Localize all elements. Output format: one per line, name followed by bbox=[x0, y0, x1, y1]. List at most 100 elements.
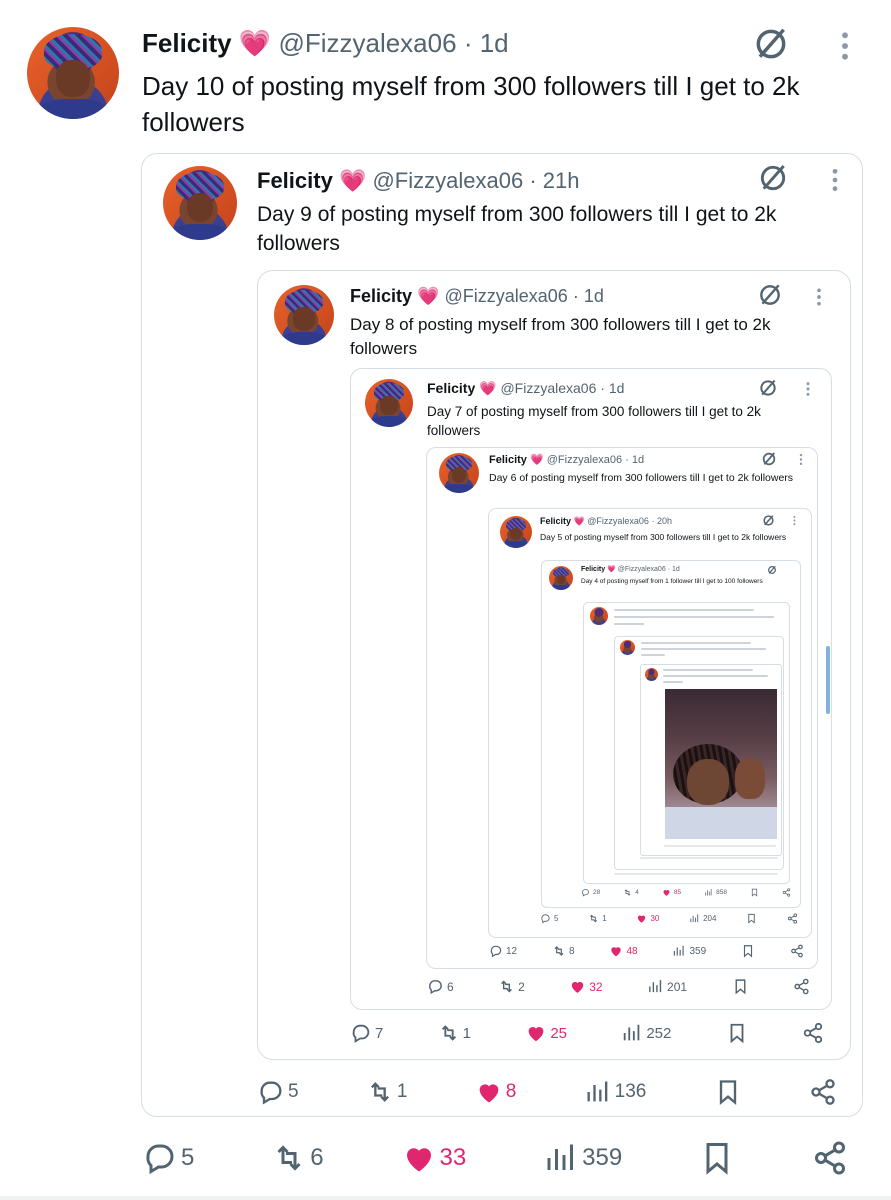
reply-button[interactable]: 5 bbox=[257, 1078, 299, 1106]
timestamp[interactable]: · 1d bbox=[573, 286, 604, 306]
bookmark-button[interactable] bbox=[746, 913, 757, 924]
reply-button[interactable]: 5 bbox=[540, 913, 558, 924]
avatar[interactable] bbox=[27, 27, 119, 119]
avatar[interactable] bbox=[163, 166, 237, 240]
grok-icon[interactable] bbox=[767, 565, 777, 575]
bookmark-button[interactable] bbox=[750, 888, 759, 897]
views-icon bbox=[704, 888, 713, 897]
post-text: Day 9 of posting myself from 300 followe… bbox=[257, 203, 777, 255]
grok-icon[interactable] bbox=[752, 25, 790, 63]
handle[interactable]: @Fizzyalexa06 bbox=[372, 168, 523, 193]
post-header: Felicity 💗 @Fizzyalexa06 · 1d bbox=[427, 380, 624, 397]
views-button[interactable]: 359 bbox=[543, 1140, 622, 1176]
bookmark-button[interactable] bbox=[741, 944, 755, 958]
handle[interactable]: @Fizzyalexa06 bbox=[278, 28, 456, 58]
views-button[interactable]: 359 bbox=[672, 944, 706, 958]
more-icon[interactable] bbox=[792, 515, 797, 526]
bookmark-button[interactable] bbox=[714, 1078, 742, 1106]
repost-button[interactable]: 4 bbox=[623, 888, 639, 897]
bookmark-button[interactable] bbox=[699, 1140, 735, 1176]
more-icon[interactable] bbox=[814, 287, 824, 307]
reply-button[interactable]: 7 bbox=[350, 1022, 383, 1044]
scrollbar[interactable] bbox=[826, 646, 830, 714]
repost-button[interactable]: 1 bbox=[438, 1022, 471, 1044]
more-icon[interactable] bbox=[829, 167, 841, 193]
display-name[interactable]: Felicity bbox=[489, 454, 527, 466]
display-name[interactable]: Felicity bbox=[581, 566, 605, 573]
timestamp[interactable]: · 1d bbox=[625, 454, 644, 466]
share-button[interactable] bbox=[787, 913, 798, 924]
more-icon[interactable] bbox=[838, 30, 852, 62]
display-name[interactable]: Felicity bbox=[427, 380, 475, 396]
heart-icon bbox=[609, 944, 623, 958]
avatar[interactable] bbox=[549, 566, 573, 590]
views-button[interactable]: 252 bbox=[621, 1022, 671, 1044]
reply-button[interactable]: 28 bbox=[581, 888, 600, 897]
display-name[interactable]: Felicity bbox=[142, 28, 232, 58]
repost-button[interactable]: 2 bbox=[498, 978, 525, 995]
views-icon bbox=[672, 944, 686, 958]
share-button[interactable] bbox=[793, 978, 810, 995]
bookmark-button[interactable] bbox=[732, 978, 749, 995]
views-button[interactable]: 204 bbox=[689, 913, 716, 924]
avatar[interactable] bbox=[365, 379, 413, 427]
handle[interactable]: @Fizzyalexa06 bbox=[587, 516, 649, 526]
handle[interactable]: @Fizzyalexa06 bbox=[618, 566, 666, 573]
handle[interactable]: @Fizzyalexa06 bbox=[500, 380, 596, 396]
heart-emoji: 💗 bbox=[479, 380, 497, 396]
grok-icon[interactable] bbox=[757, 282, 783, 308]
handle[interactable]: @Fizzyalexa06 bbox=[444, 286, 567, 306]
post-photo[interactable] bbox=[665, 689, 777, 839]
grok-icon[interactable] bbox=[761, 451, 777, 467]
like-button[interactable]: 33 bbox=[401, 1140, 467, 1176]
repost-button[interactable]: 8 bbox=[552, 944, 575, 958]
avatar[interactable] bbox=[439, 453, 479, 493]
like-count: 8 bbox=[505, 1081, 517, 1102]
timestamp[interactable]: · 1d bbox=[668, 566, 680, 573]
timestamp[interactable]: · 21h bbox=[529, 168, 579, 193]
grok-icon[interactable] bbox=[762, 514, 775, 527]
reply-button[interactable]: 5 bbox=[142, 1140, 194, 1176]
views-button[interactable]: 201 bbox=[647, 978, 687, 995]
like-button[interactable]: 32 bbox=[569, 978, 603, 995]
reply-button[interactable]: 12 bbox=[489, 944, 517, 958]
reply-button[interactable]: 6 bbox=[427, 978, 454, 995]
action-bar: 7 1 25 252 bbox=[350, 1022, 824, 1044]
repost-button[interactable]: 1 bbox=[366, 1078, 407, 1106]
post-text: Day 7 of posting myself from 300 followe… bbox=[427, 404, 761, 438]
text-line bbox=[641, 648, 766, 650]
avatar[interactable] bbox=[274, 285, 334, 345]
timestamp[interactable]: · 1d bbox=[600, 380, 624, 396]
repost-button[interactable]: 1 bbox=[588, 913, 607, 924]
grok-icon[interactable] bbox=[757, 162, 789, 194]
share-button[interactable] bbox=[782, 888, 791, 897]
display-name[interactable]: Felicity bbox=[257, 168, 333, 193]
like-button[interactable]: 25 bbox=[525, 1022, 567, 1044]
share-button[interactable] bbox=[790, 944, 804, 958]
reply-icon bbox=[142, 1140, 178, 1176]
display-name[interactable]: Felicity bbox=[540, 516, 571, 526]
share-button[interactable] bbox=[809, 1078, 837, 1106]
views-button[interactable]: 136 bbox=[584, 1078, 646, 1106]
repost-button[interactable]: 6 bbox=[271, 1140, 324, 1176]
reply-count: 5 bbox=[288, 1081, 299, 1102]
share-button[interactable] bbox=[802, 1022, 824, 1044]
more-icon[interactable] bbox=[804, 381, 812, 397]
share-button[interactable] bbox=[812, 1140, 848, 1176]
bookmark-button[interactable] bbox=[726, 1022, 748, 1044]
handle[interactable]: @Fizzyalexa06 bbox=[547, 454, 622, 466]
like-button[interactable]: 48 bbox=[609, 944, 638, 958]
display-name[interactable]: Felicity bbox=[350, 286, 412, 306]
bookmark-icon bbox=[714, 1078, 742, 1106]
avatar[interactable] bbox=[500, 516, 532, 548]
like-count: 33 bbox=[439, 1144, 467, 1171]
views-button[interactable]: 858 bbox=[704, 888, 727, 897]
timestamp[interactable]: · 20h bbox=[651, 516, 672, 526]
like-button[interactable]: 85 bbox=[662, 888, 681, 897]
timestamp[interactable]: · 1d bbox=[464, 28, 509, 58]
more-icon[interactable] bbox=[798, 453, 804, 466]
like-button[interactable]: 8 bbox=[475, 1078, 517, 1106]
grok-icon[interactable] bbox=[758, 378, 778, 398]
share-icon bbox=[790, 944, 804, 958]
like-button[interactable]: 30 bbox=[636, 913, 659, 924]
